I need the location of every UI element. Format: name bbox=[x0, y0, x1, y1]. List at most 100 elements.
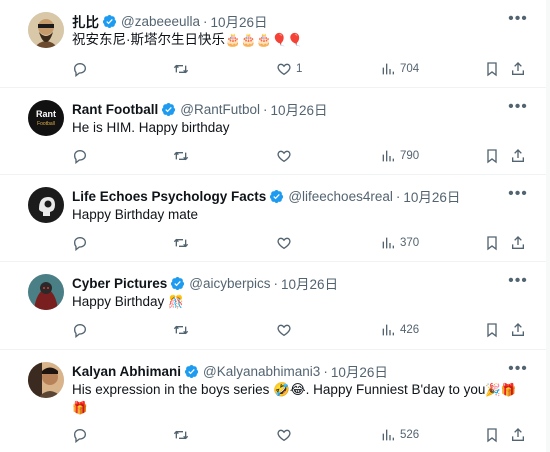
author-handle[interactable]: @aicyberpics bbox=[189, 276, 270, 291]
share-button[interactable] bbox=[510, 61, 526, 77]
views-button[interactable]: 704 bbox=[380, 61, 419, 77]
author-name[interactable]: Kalyan Abhimani bbox=[72, 364, 181, 379]
share-button[interactable] bbox=[510, 235, 526, 251]
avatar[interactable]: Rant Football bbox=[28, 100, 64, 136]
share-button[interactable] bbox=[510, 148, 526, 164]
like-icon bbox=[277, 429, 291, 442]
tweet-emoji: 🎊 bbox=[168, 295, 184, 309]
avatar-image bbox=[28, 362, 64, 398]
retweet-button[interactable] bbox=[173, 427, 193, 443]
like-icon bbox=[277, 237, 291, 250]
tweet-actions: 790 bbox=[72, 146, 528, 166]
tweet-date[interactable]: 10月26日 bbox=[281, 273, 338, 293]
verified-badge-icon bbox=[162, 102, 176, 116]
like-button[interactable] bbox=[276, 427, 296, 443]
avatar[interactable] bbox=[28, 362, 64, 398]
like-button[interactable] bbox=[276, 322, 296, 338]
reply-button[interactable] bbox=[72, 427, 92, 443]
like-icon bbox=[277, 324, 291, 337]
tweet[interactable]: 扎比 @zabeeeulla · 10月26日 ••• 祝安东尼·斯塔尔生日快乐… bbox=[0, 0, 550, 88]
verified-badge-icon bbox=[184, 364, 199, 378]
author-name[interactable]: Cyber Pictures bbox=[72, 276, 167, 291]
reply-button[interactable] bbox=[72, 235, 92, 251]
retweet-button[interactable] bbox=[173, 61, 193, 77]
bookmark-icon bbox=[487, 428, 497, 443]
verified-badge-icon bbox=[270, 189, 284, 203]
retweet-button[interactable] bbox=[173, 148, 193, 164]
avatar-image bbox=[28, 12, 64, 48]
tweet-header: Cyber Pictures @aicyberpics · 10月26日 bbox=[72, 273, 510, 293]
views-button[interactable]: 370 bbox=[380, 235, 419, 251]
author-name[interactable]: Life Echoes Psychology Facts bbox=[72, 189, 266, 204]
more-icon[interactable]: ••• bbox=[508, 97, 528, 117]
view-count: 704 bbox=[400, 63, 420, 75]
views-button[interactable]: 526 bbox=[380, 427, 419, 443]
tweet-emoji: 🎂🎂🎂🎈🎈 bbox=[225, 33, 303, 47]
like-button[interactable] bbox=[276, 148, 296, 164]
avatar[interactable] bbox=[28, 187, 64, 223]
tweet[interactable]: Rant Football Rant Football @RantFutbol … bbox=[0, 88, 550, 175]
share-button[interactable] bbox=[510, 427, 526, 443]
avatar-image bbox=[28, 274, 64, 310]
more-icon[interactable]: ••• bbox=[508, 9, 528, 29]
tweet[interactable]: Life Echoes Psychology Facts @lifeechoes… bbox=[0, 175, 550, 262]
avatar[interactable] bbox=[28, 12, 64, 48]
svg-text:Rant: Rant bbox=[36, 109, 56, 119]
views-icon bbox=[382, 63, 394, 75]
scrollbar-track[interactable] bbox=[546, 0, 550, 452]
reply-icon bbox=[73, 149, 87, 164]
retweet-button[interactable] bbox=[173, 235, 193, 251]
retweet-icon bbox=[173, 151, 189, 161]
tweet-header: Kalyan Abhimani @Kalyanabhimani3 · 10月26… bbox=[72, 361, 510, 381]
reply-icon bbox=[73, 323, 87, 338]
views-button[interactable]: 426 bbox=[380, 322, 419, 338]
svg-text:Football: Football bbox=[37, 121, 55, 127]
views-button[interactable]: 790 bbox=[380, 148, 419, 164]
reply-button[interactable] bbox=[72, 61, 92, 77]
bookmark-button[interactable] bbox=[484, 427, 500, 443]
tweet-date[interactable]: 10月26日 bbox=[331, 361, 388, 381]
avatar[interactable] bbox=[28, 274, 64, 310]
tweet-text-content: Happy Birthday bbox=[72, 294, 165, 309]
author-name[interactable]: 扎比 bbox=[72, 11, 99, 31]
share-button[interactable] bbox=[510, 322, 526, 338]
bookmark-button[interactable] bbox=[484, 61, 500, 77]
tweet-header: 扎比 @zabeeeulla · 10月26日 bbox=[72, 11, 510, 31]
tweet-text-content: Happy Birthday mate bbox=[72, 207, 199, 222]
tweet-date[interactable]: 10月26日 bbox=[403, 186, 460, 206]
verified-badge-icon bbox=[171, 276, 185, 290]
author-handle[interactable]: @Kalyanabhimani3 bbox=[203, 364, 320, 379]
author-handle[interactable]: @RantFutbol bbox=[180, 102, 260, 117]
retweet-button[interactable] bbox=[173, 322, 193, 338]
tweet-text: Happy Birthday mate bbox=[72, 206, 520, 224]
like-icon bbox=[277, 63, 291, 76]
tweet-date[interactable]: 10月26日 bbox=[271, 99, 328, 119]
like-count: 1 bbox=[296, 63, 303, 75]
reply-button[interactable] bbox=[72, 148, 92, 164]
tweet[interactable]: Cyber Pictures @aicyberpics · 10月26日 •••… bbox=[0, 262, 550, 350]
bookmark-button[interactable] bbox=[484, 322, 500, 338]
views-icon bbox=[382, 237, 394, 249]
more-icon[interactable]: ••• bbox=[508, 271, 528, 291]
like-button[interactable] bbox=[276, 235, 296, 251]
author-handle[interactable]: @zabeeeulla bbox=[121, 14, 200, 29]
bookmark-icon bbox=[487, 323, 497, 338]
like-button[interactable]: 1 bbox=[276, 61, 302, 77]
like-icon bbox=[277, 150, 291, 163]
tweet-actions: 426 bbox=[72, 320, 528, 340]
bookmark-button[interactable] bbox=[484, 235, 500, 251]
tweet[interactable]: Kalyan Abhimani @Kalyanabhimani3 · 10月26… bbox=[0, 350, 550, 452]
author-handle[interactable]: @lifeechoes4real bbox=[288, 189, 393, 204]
author-name[interactable]: Rant Football bbox=[72, 102, 158, 117]
bookmark-button[interactable] bbox=[484, 148, 500, 164]
more-icon[interactable]: ••• bbox=[508, 184, 528, 204]
tweet-header: Rant Football @RantFutbol · 10月26日 bbox=[72, 99, 510, 119]
tweet-text-content: He is HIM. Happy birthday bbox=[72, 120, 230, 135]
separator-dot: · bbox=[395, 188, 401, 204]
tweet-date[interactable]: 10月26日 bbox=[211, 11, 268, 31]
more-icon[interactable]: ••• bbox=[508, 359, 528, 379]
reply-button[interactable] bbox=[72, 322, 92, 338]
retweet-icon bbox=[173, 325, 189, 335]
views-icon bbox=[382, 324, 394, 336]
reply-icon bbox=[73, 428, 87, 443]
